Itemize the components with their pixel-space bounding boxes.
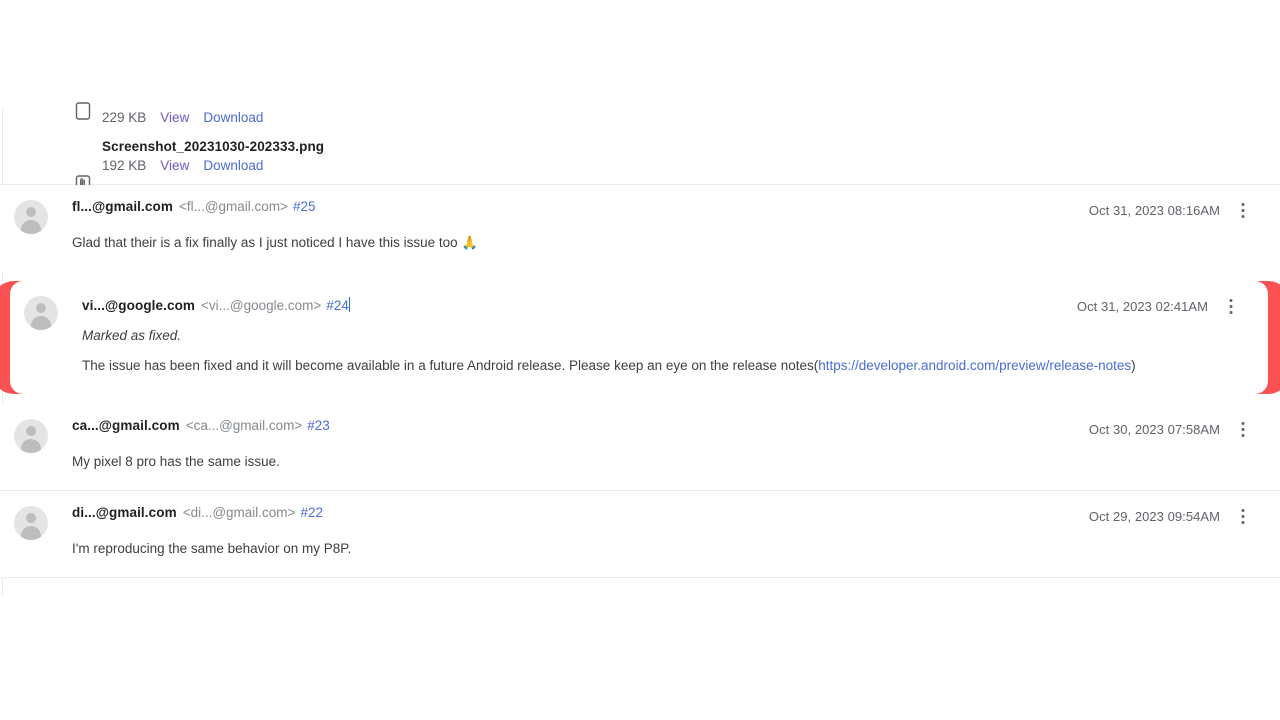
comment-meta: Oct 31, 2023 02:41AM — [1077, 296, 1240, 316]
attachment-meta: 229 KB View Download — [102, 108, 277, 128]
more-options-icon[interactable] — [1222, 296, 1240, 316]
more-options-icon[interactable] — [1234, 200, 1252, 220]
comment-header: fl...@gmail.com <fl...@gmail.com> #25 Oc… — [72, 199, 1252, 219]
comment-number-link[interactable]: #22 — [300, 505, 323, 520]
release-notes-link[interactable]: https://developer.android.com/preview/re… — [818, 358, 1131, 373]
attachment-view-link[interactable]: View — [160, 108, 189, 128]
comment-author-email: <vi...@google.com> — [201, 298, 321, 313]
comment-timestamp: Oct 31, 2023 08:16AM — [1089, 203, 1220, 218]
comment-meta: Oct 29, 2023 09:54AM — [1089, 506, 1252, 526]
attachment-list: 229 KB View Download Screenshot_20231030… — [0, 108, 1280, 184]
comment-author: di...@gmail.com — [72, 505, 177, 520]
comment-body: The issue has been fixed and it will bec… — [82, 356, 1240, 376]
comment-author-email: <ca...@gmail.com> — [186, 418, 303, 433]
prayer-hands-emoji: 🙏 — [461, 235, 477, 250]
comment-header: ca...@gmail.com <ca...@gmail.com> #23 Oc… — [72, 418, 1252, 438]
more-options-icon[interactable] — [1234, 419, 1252, 439]
attachment-size: 192 KB — [102, 156, 146, 176]
comment-number-link[interactable]: #24 — [326, 298, 349, 313]
attachment-meta: 192 KB View Download — [102, 156, 324, 176]
comment-author: fl...@gmail.com — [72, 199, 173, 214]
comment-number-link[interactable]: #25 — [293, 199, 316, 214]
page-root: 229 KB View Download Screenshot_20231030… — [0, 0, 1280, 720]
attachment-view-link[interactable]: View — [160, 156, 189, 176]
attachment-body: Screenshot_20231030-202333.png 192 KB Vi… — [72, 138, 324, 176]
comment-body: Glad that their is a fix finally as I ju… — [72, 233, 1252, 253]
comment-body: I'm reproducing the same behavior on my … — [72, 539, 1252, 559]
comment-body: My pixel 8 pro has the same issue. — [72, 452, 1252, 472]
comment-thread: 229 KB View Download Screenshot_20231030… — [0, 108, 1280, 578]
comment-timestamp: Oct 31, 2023 02:41AM — [1077, 299, 1208, 314]
comment-header: vi...@google.com <vi...@google.com> #24 … — [82, 295, 1240, 315]
attachment-file-icon — [74, 102, 92, 124]
comment-number-link[interactable]: #23 — [307, 418, 330, 433]
comment-header: di...@gmail.com <di...@gmail.com> #22 Oc… — [72, 505, 1252, 525]
avatar — [14, 200, 48, 234]
attachment-row: Screenshot_20231030-202333.png 192 KB Vi… — [0, 138, 1280, 176]
attachment-size: 229 KB — [102, 108, 146, 128]
comment-status-line: Marked as fixed. — [82, 326, 1240, 346]
more-options-icon[interactable] — [1234, 506, 1252, 526]
divider — [0, 577, 1280, 578]
comment-item[interactable]: ca...@gmail.com <ca...@gmail.com> #23 Oc… — [0, 404, 1280, 490]
comment-body-text: The issue has been fixed and it will bec… — [82, 358, 818, 373]
comment-meta: Oct 31, 2023 08:16AM — [1089, 200, 1252, 220]
attachment-filename: Screenshot_20231030-202333.png — [102, 138, 324, 156]
comment-author-email: <di...@gmail.com> — [183, 505, 296, 520]
comment-meta: Oct 30, 2023 07:58AM — [1089, 419, 1252, 439]
attachment-row: 229 KB View Download — [0, 108, 1280, 130]
comment-timestamp: Oct 30, 2023 07:58AM — [1089, 422, 1220, 437]
text-cursor — [349, 297, 350, 312]
comment-item[interactable]: vi...@google.com <vi...@google.com> #24 … — [10, 281, 1268, 394]
attachment-body: 229 KB View Download — [72, 108, 277, 128]
avatar — [24, 296, 58, 330]
comment-author: ca...@gmail.com — [72, 418, 180, 433]
comment-body-suffix: ) — [1131, 358, 1136, 373]
comment-author: vi...@google.com — [82, 298, 195, 313]
avatar — [14, 506, 48, 540]
avatar — [14, 419, 48, 453]
comment-timestamp: Oct 29, 2023 09:54AM — [1089, 509, 1220, 524]
attachment-download-link[interactable]: Download — [203, 156, 263, 176]
comment-item[interactable]: di...@gmail.com <di...@gmail.com> #22 Oc… — [0, 491, 1280, 577]
comment-item[interactable]: fl...@gmail.com <fl...@gmail.com> #25 Oc… — [0, 185, 1280, 271]
comment-author-email: <fl...@gmail.com> — [179, 199, 288, 214]
attachment-download-link[interactable]: Download — [203, 108, 263, 128]
highlighted-comment-wrapper: vi...@google.com <vi...@google.com> #24 … — [0, 281, 1280, 394]
comment-body-text: Glad that their is a fix finally as I ju… — [72, 235, 458, 250]
